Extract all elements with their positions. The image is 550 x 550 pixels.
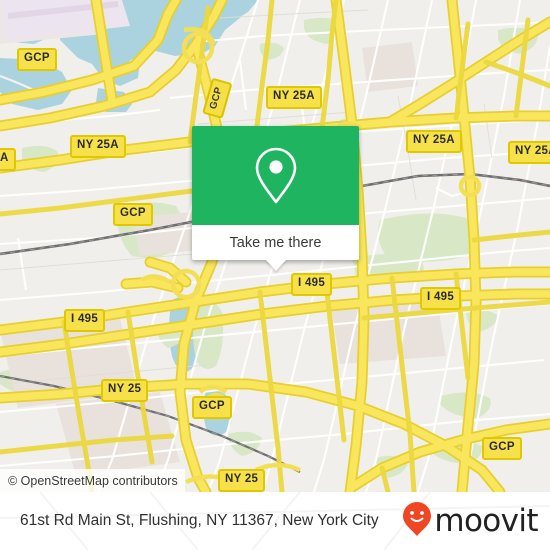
popup-pin-area	[192, 126, 359, 225]
moovit-wordmark: moovit	[434, 502, 538, 539]
road-shield: NY 25A	[508, 141, 550, 164]
road-shield: GCP	[17, 48, 57, 71]
road-shield: NY 25	[218, 469, 266, 492]
address-label: 61st Rd Main St, Flushing, NY 11367, New…	[20, 512, 379, 529]
road-shield: NY 25A	[70, 135, 126, 158]
take-me-there-button[interactable]: Take me there	[192, 225, 359, 260]
road-shield: GCP	[113, 203, 153, 226]
road-shield: NY 25	[101, 379, 149, 402]
moovit-map-screenshot: GCP A NY 25A NY 25A NY 25A NY 25A GCP GCP I 495 I…	[0, 0, 550, 550]
road-shield: I 495	[64, 309, 106, 332]
footer-bar: 61st Rd Main St, Flushing, NY 11367, New…	[0, 492, 550, 550]
map-canvas[interactable]: GCP A NY 25A NY 25A NY 25A NY 25A GCP GCP I 495 I…	[0, 0, 550, 492]
location-pin-icon	[253, 145, 299, 207]
road-shield: I 495	[291, 273, 333, 296]
moovit-logo[interactable]: moovit	[402, 501, 539, 542]
road-shield: I 495	[420, 287, 462, 310]
road-shield: GCP	[192, 396, 232, 419]
map-attribution: © OpenStreetMap contributors	[0, 469, 185, 492]
road-shield: A	[0, 148, 16, 171]
road-shield: NY 25A	[266, 86, 322, 109]
popup-pointer-tail	[264, 259, 287, 271]
road-shield: NY 25A	[406, 130, 462, 153]
location-popup-card[interactable]: Take me there	[192, 126, 359, 271]
moovit-pin-smiley-icon	[402, 501, 432, 542]
road-shield: GCP	[482, 437, 522, 460]
